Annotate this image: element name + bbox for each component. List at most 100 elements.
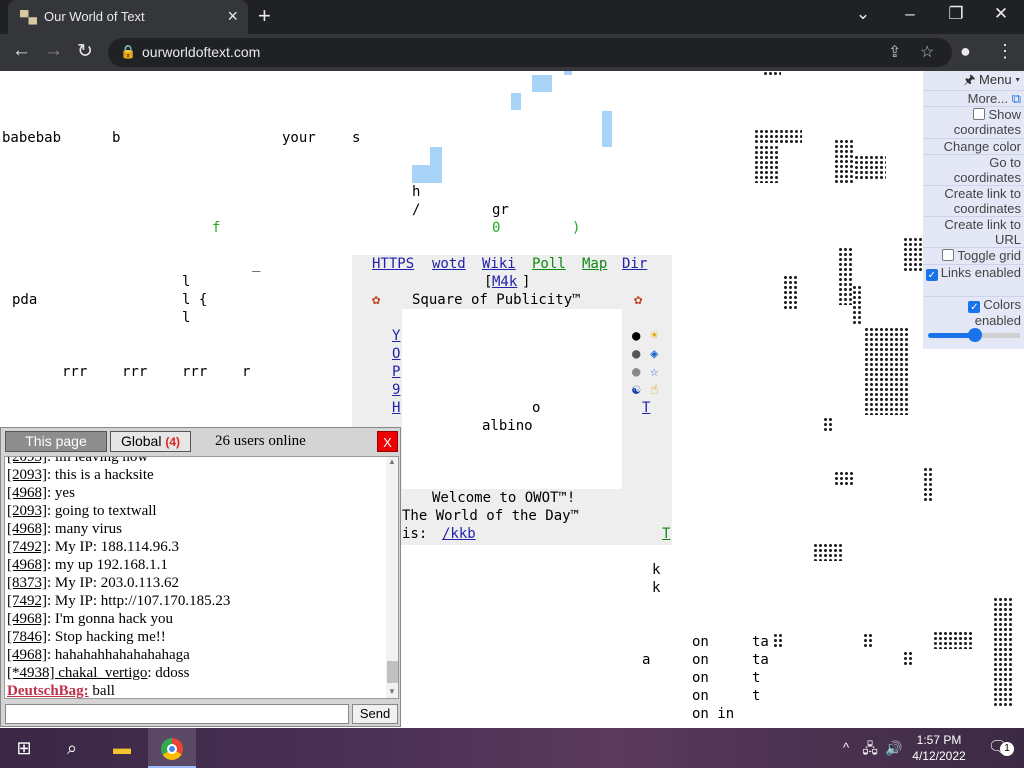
world-text: on: [692, 652, 709, 668]
link-poll[interactable]: Poll: [532, 255, 566, 273]
more-options-icon[interactable]: ⋮: [996, 41, 1014, 62]
menu-header[interactable]: 🖈 Menu ▾: [963, 71, 1020, 89]
chat-user-link[interactable]: [2093]: [7, 467, 47, 483]
chat-user-link[interactable]: [8373]: [7, 575, 47, 591]
scroll-up-icon[interactable]: ▲: [388, 457, 396, 466]
chrome-icon[interactable]: [148, 728, 196, 768]
wotd-link[interactable]: /kkb: [442, 525, 476, 543]
system-clock[interactable]: 1:57 PM 4/12/2022: [905, 732, 973, 764]
side-link[interactable]: 9: [392, 381, 400, 399]
reload-icon[interactable]: ↻: [77, 40, 93, 63]
chat-message: [2093]: im leaving now: [7, 457, 148, 466]
menu-link-coordinates[interactable]: Create link to coordinates: [923, 185, 1024, 216]
zoom-slider[interactable]: [928, 328, 1020, 342]
windows-start-icon[interactable]: ⊞: [0, 728, 48, 768]
menu-toggle-grid[interactable]: Toggle grid: [923, 247, 1024, 263]
world-text: your: [282, 130, 316, 146]
share-icon[interactable]: ⇪: [888, 42, 901, 62]
chat-user-link[interactable]: [2093]: [7, 457, 47, 465]
address-url[interactable]: ourworldoftext.com: [142, 44, 260, 60]
side-link[interactable]: H: [392, 399, 400, 417]
link-dir[interactable]: Dir: [622, 255, 647, 273]
checkbox-toggle-grid[interactable]: [942, 249, 955, 261]
menu-more[interactable]: More... ⧉: [923, 90, 1024, 106]
menu-more-label: More...: [967, 91, 1009, 106]
link-m4k[interactable]: M4k: [492, 273, 517, 291]
chat-text: yes: [51, 485, 75, 501]
search-icon[interactable]: ⌕: [48, 728, 96, 768]
tray-overflow-icon[interactable]: ^: [834, 728, 858, 768]
chat-user-link[interactable]: [7492]: [7, 539, 47, 555]
menu-colors-enabled[interactable]: ✓ Colors enabled: [923, 296, 1024, 328]
chat-text: ddoss: [151, 665, 190, 681]
restore-icon[interactable]: ❐: [941, 4, 971, 24]
side-link[interactable]: O: [392, 345, 400, 363]
notification-icon[interactable]: 🗨 1: [978, 728, 1018, 768]
side-link[interactable]: T: [662, 525, 670, 543]
chat-scrollbar[interactable]: ▲ ▼: [386, 457, 398, 698]
chat-user-link[interactable]: [2093]: [7, 503, 47, 519]
world-text: /: [412, 202, 421, 218]
chat-user-link[interactable]: [7492]: [7, 593, 47, 609]
chat-user-link[interactable]: [*4938] chakal_vertigo: [7, 665, 147, 681]
menu-go-to-coordinates[interactable]: Go to coordinates: [923, 154, 1024, 185]
file-explorer-icon[interactable]: ▬: [98, 728, 146, 768]
chat-close-button[interactable]: X: [377, 431, 398, 452]
chat-log[interactable]: [2093]: im leaving now [2093]: this is a…: [4, 456, 399, 699]
link-wiki[interactable]: Wiki: [482, 255, 516, 273]
checkbox-show-coordinates[interactable]: [973, 108, 986, 120]
checkbox-colors-enabled[interactable]: ✓: [968, 301, 981, 313]
world-text: 0: [492, 220, 501, 236]
link-wotd[interactable]: wotd: [432, 255, 466, 273]
chat-input[interactable]: [5, 704, 349, 724]
new-tab-icon[interactable]: +: [258, 3, 271, 29]
chat-user-link[interactable]: [4968]: [7, 521, 47, 537]
bullet-icon: ●: [632, 364, 641, 380]
checkbox-links-enabled[interactable]: ✓: [925, 269, 938, 281]
taskbar: ⊞ ⌕ ▬ ^ 🖧 🔊 1:57 PM 4/12/2022 🗨 1: [0, 728, 1024, 768]
welcome-text: Welcome to OWOT™!: [432, 490, 576, 506]
send-button[interactable]: Send: [352, 704, 398, 724]
side-link[interactable]: P: [392, 363, 400, 381]
menu-show-coordinates[interactable]: Show coordinates: [923, 106, 1024, 137]
profile-icon[interactable]: ●: [960, 41, 971, 62]
chat-user-link[interactable]: [4968]: [7, 557, 47, 573]
chat-user-link[interactable]: [4968]: [7, 485, 47, 501]
browser-tab[interactable]: ▀▄ Our World of Text ×: [8, 0, 248, 34]
scroll-thumb[interactable]: [387, 661, 398, 683]
side-link[interactable]: Y: [392, 327, 400, 345]
minimize-icon[interactable]: –: [895, 4, 925, 24]
tab-this-page[interactable]: This page: [5, 431, 107, 452]
chat-message: [4968]: hahahahhahahahahaga: [7, 647, 190, 663]
side-link[interactable]: T: [642, 399, 650, 417]
chat-user-link[interactable]: [4968]: [7, 611, 47, 627]
menu-link-url[interactable]: Create link to URL: [923, 216, 1024, 247]
back-icon[interactable]: ←: [12, 40, 31, 62]
m4k-bracket-close: ]: [522, 274, 531, 290]
close-window-icon[interactable]: ✕: [986, 4, 1016, 24]
network-icon[interactable]: 🖧: [858, 728, 882, 768]
tab-search-icon[interactable]: ⌄: [848, 4, 878, 24]
toggle-grid-label: Toggle grid: [957, 248, 1021, 263]
forward-icon[interactable]: →: [44, 40, 63, 62]
globe-icon: ☯: [632, 382, 641, 398]
dot-art: [838, 247, 852, 305]
link-https[interactable]: HTTPS: [372, 255, 414, 273]
bookmark-star-icon[interactable]: ☆: [920, 42, 934, 62]
chat-user-link[interactable]: [4968]: [7, 647, 47, 663]
chat-user-link[interactable]: DeutschBag:: [7, 683, 89, 698]
scroll-down-icon[interactable]: ▼: [388, 687, 396, 696]
chat-message: [2093]: this is a hacksite: [7, 467, 154, 483]
chat-message: [7846]: Stop hacking me!!: [7, 629, 166, 645]
menu-change-color[interactable]: Change color: [923, 138, 1024, 154]
dot-art: [813, 543, 843, 561]
slider-knob[interactable]: [968, 328, 982, 342]
address-bar[interactable]: 🔒 ourworldoftext.com ⇪ ☆: [108, 38, 952, 67]
close-tab-icon[interactable]: ×: [227, 6, 238, 27]
chat-message: [8373]: My IP: 203.0.113.62: [7, 575, 179, 591]
link-map[interactable]: Map: [582, 255, 607, 273]
chat-user-link[interactable]: [7846]: [7, 629, 47, 645]
volume-icon[interactable]: 🔊: [882, 728, 906, 768]
tab-global[interactable]: Global (4): [110, 431, 191, 452]
menu-links-enabled[interactable]: ✓ Links enabled: [923, 264, 1024, 281]
